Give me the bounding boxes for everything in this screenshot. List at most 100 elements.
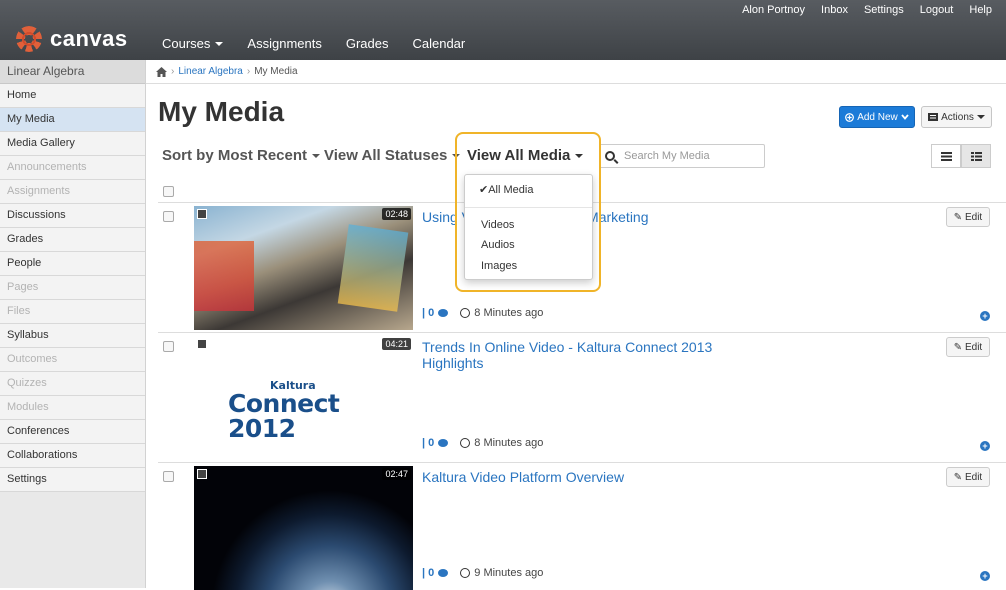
edit-label: Edit [964, 471, 983, 483]
breadcrumb-course-link[interactable]: Linear Algebra [178, 66, 243, 77]
entry-meta: | 0 8 Minutes ago [422, 307, 543, 319]
kaltura-connect-logo: Kaltura Connect 2012 [228, 379, 340, 443]
sidebar-item-grades[interactable]: Grades [0, 228, 145, 252]
option-videos[interactable]: Videos [481, 219, 514, 231]
menu-divider [465, 207, 592, 208]
nav-courses-label: Courses [162, 36, 211, 51]
option-audios[interactable]: Audios [481, 239, 515, 251]
sort-dropdown[interactable]: Sort by Most Recent [162, 147, 321, 164]
entry-thumbnail[interactable]: 02:47 [194, 466, 413, 590]
option-all-media[interactable]: ✔All Media [479, 183, 533, 196]
comment-icon [438, 569, 449, 577]
sidebar-item-people[interactable]: People [0, 252, 145, 276]
checkmark-icon: ✔ [479, 184, 489, 196]
entry-title-link[interactable]: Kaltura Video Platform Overview [422, 469, 742, 485]
entry-thumbnail[interactable]: 04:21 Kaltura Connect 2012 [194, 336, 413, 460]
comment-icon [438, 309, 449, 317]
course-sidebar: Linear Algebra Home My Media Media Galle… [0, 60, 146, 588]
nav-courses[interactable]: Courses [150, 36, 235, 51]
media-entry: 04:21 Kaltura Connect 2012 Trends In Onl… [158, 332, 1006, 462]
edit-button[interactable]: ✎ Edit [946, 467, 990, 487]
entry-time: 8 Minutes ago [474, 307, 544, 319]
detail-view-button[interactable] [961, 144, 991, 168]
media-entry: 02:47 Kaltura Video Platform Overview | … [158, 462, 1006, 590]
sidebar-item-collaborations[interactable]: Collaborations [0, 444, 145, 468]
sidebar-item-my-media[interactable]: My Media [0, 108, 145, 132]
entry-checkbox[interactable] [163, 471, 174, 482]
breadcrumb-current: My Media [254, 66, 298, 77]
search-icon [605, 151, 615, 161]
entry-duration: 04:21 [382, 338, 411, 350]
sort-label: Sort by Most Recent [162, 147, 308, 164]
status-filter-dropdown[interactable]: View All Statuses [324, 147, 461, 164]
home-icon[interactable] [156, 66, 167, 77]
option-images[interactable]: Images [481, 260, 517, 272]
nav-grades[interactable]: Grades [334, 36, 401, 51]
pencil-icon: ✎ [953, 211, 963, 223]
entry-title-link[interactable]: Trends In Online Video - Kaltura Connect… [422, 339, 752, 371]
sidebar-item-outcomes[interactable]: Outcomes [0, 348, 145, 372]
entry-duration: 02:47 [382, 468, 411, 480]
sidebar-item-announcements[interactable]: Announcements [0, 156, 145, 180]
search-input[interactable]: Search My Media [599, 144, 765, 168]
entry-meta: | 0 8 Minutes ago [422, 437, 543, 449]
add-new-label: Add New [857, 111, 898, 123]
entry-thumbnail[interactable]: 02:48 [194, 206, 413, 330]
main-nav: Courses Assignments Grades Calendar [150, 36, 477, 51]
help-link[interactable]: Help [961, 4, 1000, 16]
breadcrumb-separator: › [171, 66, 175, 77]
expand-icon[interactable]: + [980, 571, 990, 581]
nav-assignments[interactable]: Assignments [235, 36, 333, 51]
logout-link[interactable]: Logout [912, 4, 962, 16]
nav-calendar[interactable]: Calendar [400, 36, 477, 51]
entry-checkbox[interactable] [163, 211, 174, 222]
top-bar: canvas Alon Portnoy Inbox Settings Logou… [0, 0, 1006, 60]
user-name-link[interactable]: Alon Portnoy [734, 4, 813, 16]
logo-text: canvas [50, 26, 128, 51]
clock-icon [460, 308, 471, 318]
comment-count: | 0 [422, 307, 435, 319]
breadcrumb: › Linear Algebra › My Media [146, 60, 1006, 84]
sidebar-item-modules[interactable]: Modules [0, 396, 145, 420]
caret-down-icon [312, 153, 321, 158]
edit-button[interactable]: ✎ Edit [946, 337, 990, 357]
actions-button[interactable]: Actions [921, 106, 992, 128]
sidebar-item-pages[interactable]: Pages [0, 276, 145, 300]
media-type-dropdown-menu: ✔All Media Videos Audios Images [464, 174, 593, 280]
sidebar-item-quizzes[interactable]: Quizzes [0, 372, 145, 396]
add-new-button[interactable]: Add New [839, 106, 915, 128]
sidebar-item-syllabus[interactable]: Syllabus [0, 324, 145, 348]
actions-icon [928, 113, 939, 121]
settings-link[interactable]: Settings [856, 4, 912, 16]
clock-icon [460, 438, 471, 448]
sidebar-item-discussions[interactable]: Discussions [0, 204, 145, 228]
film-icon [197, 209, 207, 219]
page-title: My Media [158, 96, 285, 127]
list-view-button[interactable] [931, 144, 961, 168]
sidebar-item-assignments[interactable]: Assignments [0, 180, 145, 204]
sidebar-item-home[interactable]: Home [0, 84, 145, 108]
sidebar-item-files[interactable]: Files [0, 300, 145, 324]
inbox-link[interactable]: Inbox [813, 4, 856, 16]
canvas-logo[interactable]: canvas [16, 26, 128, 52]
comment-icon [438, 439, 449, 447]
pencil-icon: ✎ [953, 471, 963, 483]
edit-label: Edit [964, 211, 983, 223]
entry-time: 9 Minutes ago [474, 567, 544, 579]
pencil-icon: ✎ [953, 341, 963, 353]
sidebar-course-title[interactable]: Linear Algebra [0, 60, 145, 84]
entry-meta: | 0 9 Minutes ago [422, 567, 543, 579]
entry-checkbox[interactable] [163, 341, 174, 352]
sidebar-item-conferences[interactable]: Conferences [0, 420, 145, 444]
breadcrumb-separator: › [246, 66, 251, 77]
select-all-checkbox[interactable] [163, 186, 174, 197]
utility-nav: Alon Portnoy Inbox Settings Logout Help [734, 4, 1000, 16]
sidebar-item-media-gallery[interactable]: Media Gallery [0, 132, 145, 156]
status-filter-label: View All Statuses [324, 147, 448, 164]
edit-label: Edit [964, 341, 983, 353]
sidebar-item-settings[interactable]: Settings [0, 468, 145, 492]
expand-icon[interactable]: + [980, 441, 990, 451]
edit-button[interactable]: ✎ Edit [946, 207, 990, 227]
expand-icon[interactable]: + [980, 311, 990, 321]
chevron-down-icon [901, 114, 909, 120]
